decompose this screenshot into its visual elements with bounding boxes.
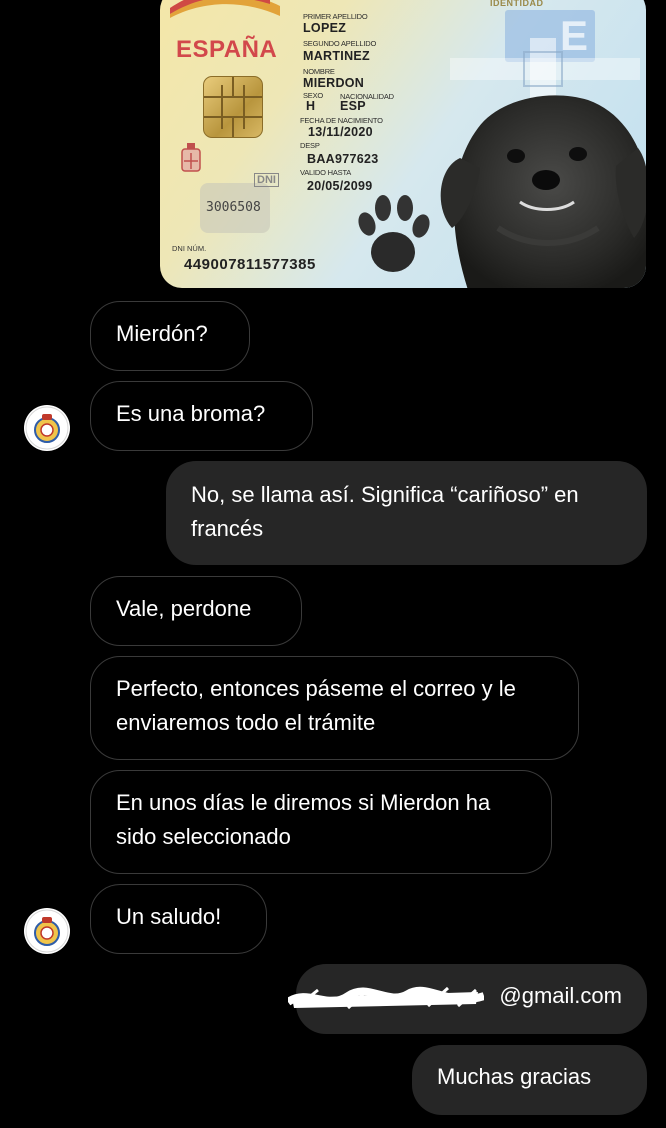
name-value: MIERDON xyxy=(303,76,365,90)
dni-stamp-number: 3006508 xyxy=(206,200,261,215)
message-bubble-outgoing[interactable]: No, se llama así. Significa “cariñoso” e… xyxy=(166,461,647,565)
dni-logo: DNI xyxy=(254,173,279,187)
name-label: NOMBRE xyxy=(303,67,335,76)
message-text: Muchas gracias xyxy=(437,1064,592,1089)
nationality-value: ESP xyxy=(340,99,366,113)
message-text: Es una broma? xyxy=(116,401,266,426)
chip-icon xyxy=(203,76,263,138)
message-text: Un saludo! xyxy=(116,904,222,929)
message-text: @gmail.com xyxy=(499,983,622,1008)
desp-label: DESP xyxy=(300,141,320,150)
message-bubble-incoming[interactable]: En unos días le diremos si Mierdon ha si… xyxy=(90,770,552,874)
message-bubble-outgoing[interactable]: Muchas gracias xyxy=(412,1045,647,1115)
surname2-label: SEGUNDO APELLIDO xyxy=(303,39,377,48)
surname2-value: MARTINEZ xyxy=(303,49,370,63)
message-text: No, se llama así. Significa “cariñoso” e… xyxy=(191,482,579,541)
email-redaction-scribble xyxy=(288,986,484,1010)
card-header-text: DOCUMENTO NACIONAL DE IDENTIDAD xyxy=(490,0,544,8)
message-text: Vale, perdone xyxy=(116,596,252,621)
dob-value: 13/11/2020 xyxy=(308,125,373,139)
message-bubble-incoming[interactable]: Un saludo! xyxy=(90,884,267,954)
coat-of-arms-icon xyxy=(181,143,201,172)
valid-label: VALIDO HASTA xyxy=(300,168,352,177)
sex-value: H xyxy=(306,99,316,113)
coat-of-arms-badge-icon[interactable] xyxy=(24,405,70,451)
dni-num-label: DNI NÚM. xyxy=(172,244,207,253)
desp-value: BAA977623 xyxy=(307,152,379,166)
surname1-value: LOPEZ xyxy=(303,21,347,35)
message-bubble-incoming[interactable]: Vale, perdone xyxy=(90,576,302,646)
message-text: Mierdón? xyxy=(116,321,208,346)
dni-number: 449007811577385 xyxy=(184,256,316,273)
dob-label: FECHA DE NACIMIENTO xyxy=(300,116,383,125)
country-name: ESPAÑA xyxy=(176,36,278,63)
message-bubble-incoming[interactable]: Es una broma? xyxy=(90,381,313,451)
message-text: Perfecto, entonces páseme el correo y le… xyxy=(116,676,516,735)
message-bubble-incoming[interactable]: Perfecto, entonces páseme el correo y le… xyxy=(90,656,579,760)
message-bubble-incoming[interactable]: Mierdón? xyxy=(90,301,250,371)
surname1-label: PRIMER APELLIDO xyxy=(303,12,368,21)
paw-print-icon xyxy=(358,195,430,272)
message-text: En unos días le diremos si Mierdon ha si… xyxy=(116,790,491,849)
coat-of-arms-badge-icon[interactable] xyxy=(24,908,70,954)
dog-photo xyxy=(440,95,646,288)
id-card-image[interactable]: DOCUMENTO NACIONAL DE IDENTIDAD E ESPAÑA… xyxy=(160,0,646,288)
